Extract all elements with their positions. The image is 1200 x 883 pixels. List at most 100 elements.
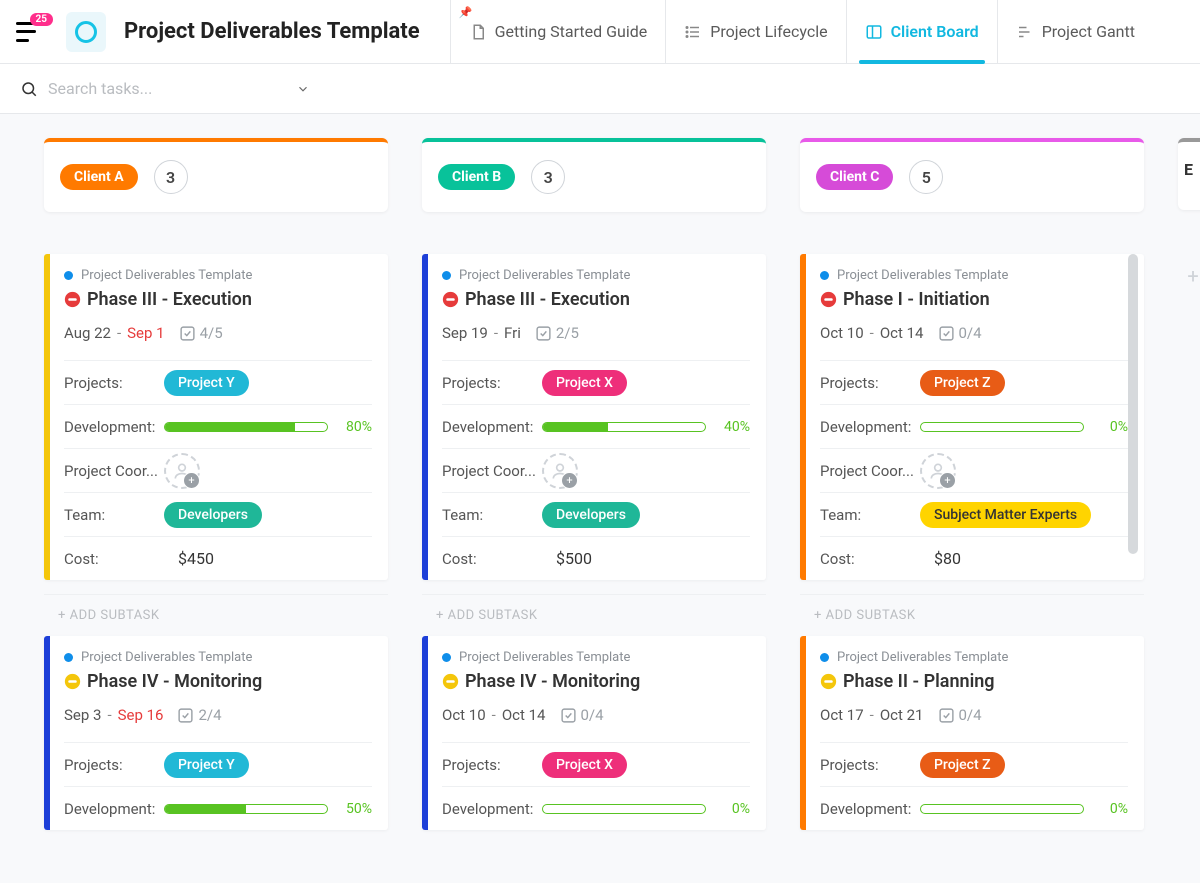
list-dot-icon <box>820 653 829 662</box>
progress-bar[interactable] <box>920 422 1084 432</box>
subtask-count[interactable]: 0/4 <box>938 324 982 342</box>
card-breadcrumb[interactable]: Project Deliverables Template <box>442 650 750 665</box>
development-row: Development:40% <box>442 404 750 448</box>
assignee-avatar[interactable] <box>542 453 578 489</box>
board-icon <box>865 23 883 41</box>
cost-value: $500 <box>542 549 750 568</box>
development-row: Development:0% <box>820 404 1128 448</box>
column-header[interactable]: Client A 3 <box>44 138 388 212</box>
app-logo-icon[interactable] <box>66 12 106 52</box>
add-card-icon[interactable]: + <box>1178 264 1200 288</box>
board-column: Client C5Project Deliverables TemplatePh… <box>800 138 1144 844</box>
assignee-avatar[interactable] <box>164 453 200 489</box>
doc-icon <box>469 23 487 41</box>
progress-pct: 0% <box>1094 419 1128 435</box>
team-pill[interactable]: Subject Matter Experts <box>920 502 1091 528</box>
add-subtask-button[interactable]: + ADD SUBTASK <box>422 594 766 636</box>
tab-project-gantt[interactable]: Project Gantt <box>997 0 1153 63</box>
cost-row: Cost:$450 <box>64 536 372 580</box>
team-row: Team:Developers <box>442 492 750 536</box>
projects-row: Projects:Project Y <box>64 742 372 786</box>
search-row <box>0 64 1200 114</box>
search-box[interactable] <box>20 79 310 98</box>
column-header[interactable]: E <box>1178 138 1200 210</box>
list-icon <box>684 23 702 41</box>
progress-bar[interactable] <box>920 804 1084 814</box>
board-column-overflow: E+ <box>1178 138 1200 844</box>
card-title: Phase III - Execution <box>442 289 750 310</box>
tab-project-lifecycle[interactable]: Project Lifecycle <box>665 0 845 63</box>
column-count: 5 <box>909 160 943 194</box>
task-card[interactable]: Project Deliverables Template Phase III -… <box>44 254 388 580</box>
progress-bar[interactable] <box>542 804 706 814</box>
subtask-count[interactable]: 2/5 <box>535 324 579 342</box>
progress-bar[interactable] <box>164 804 328 814</box>
page-title: Project Deliverables Template <box>124 19 420 44</box>
progress-pct: 50% <box>338 801 372 817</box>
card-dates[interactable]: Sep 3-Sep 162/4 <box>64 706 372 724</box>
subtask-count[interactable]: 0/4 <box>938 706 982 724</box>
board-column: Client A3Project Deliverables TemplatePh… <box>44 138 388 844</box>
list-dot-icon <box>442 653 451 662</box>
development-row: Development:0% <box>820 786 1128 830</box>
progress-bar[interactable] <box>542 422 706 432</box>
menu-icon[interactable]: 25 <box>16 22 44 42</box>
card-title: Phase I - Initiation <box>820 289 1128 310</box>
card-title: Phase IV - Monitoring <box>442 671 750 692</box>
project-pill[interactable]: Project X <box>542 370 627 396</box>
card-breadcrumb[interactable]: Project Deliverables Template <box>820 650 1128 665</box>
card-dates[interactable]: Oct 10-Oct 140/4 <box>442 706 750 724</box>
tab-label: Project Lifecycle <box>710 22 827 41</box>
project-pill[interactable]: Project Y <box>164 752 249 778</box>
add-subtask-button[interactable]: + ADD SUBTASK <box>800 594 1144 636</box>
subtask-count[interactable]: 4/5 <box>179 324 223 342</box>
project-pill[interactable]: Project Y <box>164 370 249 396</box>
add-subtask-button[interactable]: + ADD SUBTASK <box>44 594 388 636</box>
card-dates[interactable]: Sep 19-Fri2/5 <box>442 324 750 342</box>
card-breadcrumb[interactable]: Project Deliverables Template <box>820 268 1128 283</box>
scrollbar[interactable] <box>1128 254 1138 554</box>
notification-badge: 25 <box>30 13 53 26</box>
team-row: Team:Developers <box>64 492 372 536</box>
development-row: Development:50% <box>64 786 372 830</box>
team-pill[interactable]: Developers <box>164 502 262 528</box>
chevron-down-icon[interactable] <box>296 82 310 96</box>
card-breadcrumb[interactable]: Project Deliverables Template <box>64 268 372 283</box>
card-title: Phase III - Execution <box>64 289 372 310</box>
cost-row: Cost:$500 <box>442 536 750 580</box>
tab-getting-started[interactable]: 📌 Getting Started Guide <box>450 0 666 63</box>
project-pill[interactable]: Project Z <box>920 370 1005 396</box>
column-chip: Client A <box>60 164 138 190</box>
card-dates[interactable]: Oct 10-Oct 140/4 <box>820 324 1128 342</box>
card-breadcrumb[interactable]: Project Deliverables Template <box>64 650 372 665</box>
column-count: 3 <box>154 160 188 194</box>
project-pill[interactable]: Project X <box>542 752 627 778</box>
task-card[interactable]: Project Deliverables Template Phase I - I… <box>800 254 1144 580</box>
projects-row: Projects:Project Y <box>64 360 372 404</box>
task-card[interactable]: Project Deliverables Template Phase IV - … <box>422 636 766 830</box>
card-breadcrumb[interactable]: Project Deliverables Template <box>442 268 750 283</box>
progress-pct: 0% <box>716 801 750 817</box>
development-row: Development:80% <box>64 404 372 448</box>
card-dates[interactable]: Oct 17-Oct 210/4 <box>820 706 1128 724</box>
top-bar: 25 Project Deliverables Template 📌 Getti… <box>0 0 1200 64</box>
task-card[interactable]: Project Deliverables Template Phase III -… <box>422 254 766 580</box>
tab-client-board[interactable]: Client Board <box>846 0 997 63</box>
task-card[interactable]: Project Deliverables TemplatePhase II - … <box>800 636 1144 830</box>
board-column: Client B3 Project Deliverables Template Ph… <box>422 138 766 844</box>
project-pill[interactable]: Project Z <box>920 752 1005 778</box>
subtask-count[interactable]: 2/4 <box>177 706 221 724</box>
gantt-icon <box>1016 23 1034 41</box>
progress-bar[interactable] <box>164 422 328 432</box>
cost-value: $450 <box>164 549 372 568</box>
card-dates[interactable]: Aug 22-Sep 14/5 <box>64 324 372 342</box>
column-header[interactable]: Client B3 <box>422 138 766 212</box>
search-input[interactable] <box>48 79 296 98</box>
assignee-avatar[interactable] <box>920 453 956 489</box>
list-dot-icon <box>64 653 73 662</box>
projects-row: Projects:Project X <box>442 742 750 786</box>
column-header[interactable]: Client C5 <box>800 138 1144 212</box>
subtask-count[interactable]: 0/4 <box>560 706 604 724</box>
team-pill[interactable]: Developers <box>542 502 640 528</box>
task-card[interactable]: Project Deliverables TemplatePhase IV - … <box>44 636 388 830</box>
